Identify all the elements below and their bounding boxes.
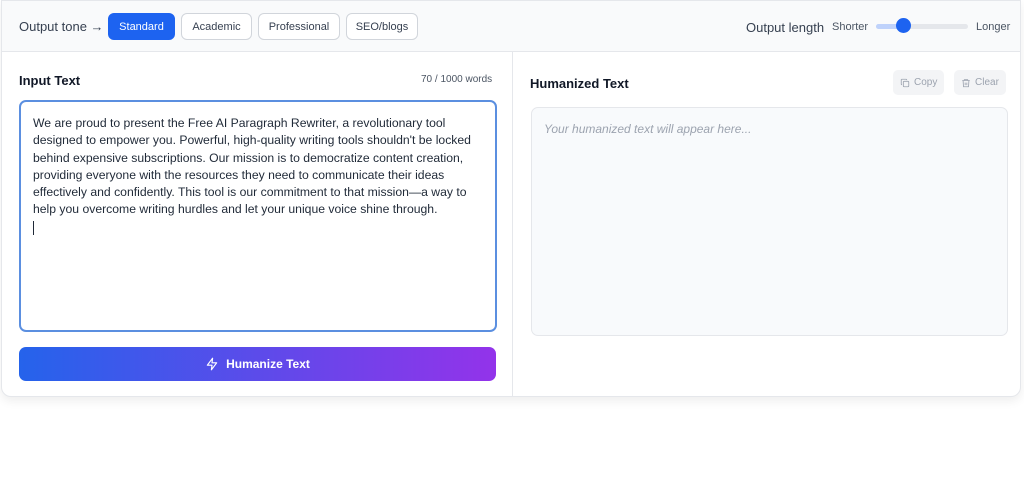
word-count: 70 / 1000 words <box>421 74 493 85</box>
tone-seo-blogs-button[interactable]: SEO/blogs <box>346 13 418 40</box>
length-longer-label: Longer <box>976 21 1011 33</box>
clear-button[interactable]: Clear <box>954 70 1006 95</box>
clear-label: Clear <box>975 77 999 88</box>
output-length-label: Output length <box>746 20 825 35</box>
copy-button[interactable]: Copy <box>893 70 945 95</box>
input-title: Input Text <box>19 73 81 88</box>
options-toolbar: Output tone → Standard Academic Professi… <box>2 1 1020 52</box>
output-placeholder: Your humanized text will appear here... <box>544 122 752 136</box>
copy-label: Copy <box>914 77 938 88</box>
humanize-button-label: Humanize Text <box>226 357 310 371</box>
tone-standard-button[interactable]: Standard <box>108 13 175 40</box>
length-shorter-label: Shorter <box>832 21 869 33</box>
text-caret <box>33 220 34 235</box>
output-tone-label: Output tone → <box>19 19 104 34</box>
input-text: We are proud to present the Free AI Para… <box>33 116 471 217</box>
input-textarea[interactable]: We are proud to present the Free AI Para… <box>19 100 497 332</box>
output-title: Humanized Text <box>530 76 629 91</box>
rewriter-card: Output tone → Standard Academic Professi… <box>1 0 1021 397</box>
tone-professional-button[interactable]: Professional <box>258 13 340 40</box>
lightning-icon <box>206 357 218 371</box>
copy-icon <box>900 78 910 87</box>
trash-icon <box>962 78 970 87</box>
length-slider-thumb[interactable] <box>896 18 912 33</box>
panel-divider <box>512 52 513 396</box>
output-area[interactable]: Your humanized text will appear here... <box>531 107 1008 336</box>
humanize-button[interactable]: Humanize Text <box>19 347 496 381</box>
tone-academic-button[interactable]: Academic <box>181 13 252 40</box>
length-slider[interactable] <box>876 24 968 29</box>
